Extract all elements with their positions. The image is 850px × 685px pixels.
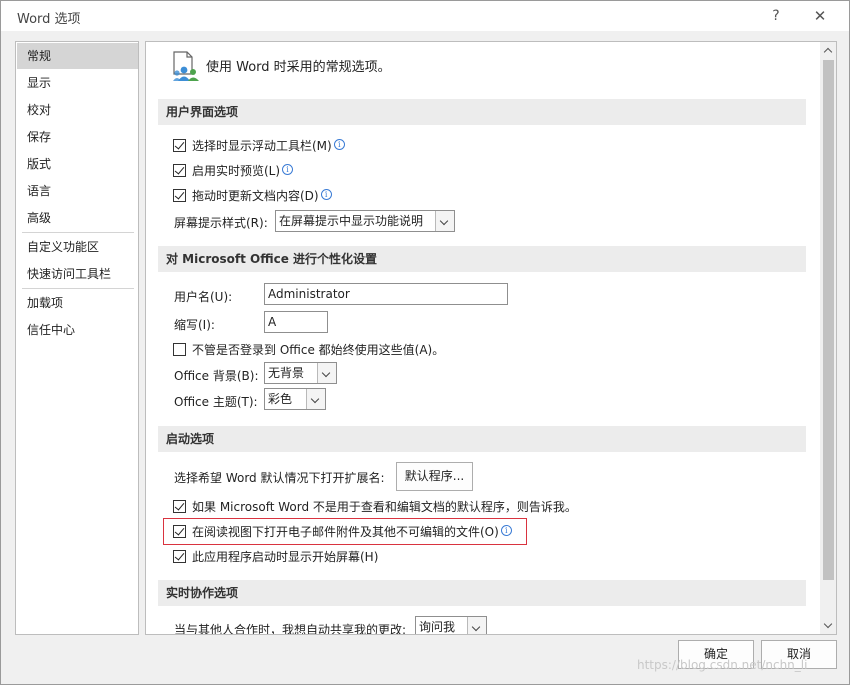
- word-options-dialog: Word 选项 ? ✕ 常规 显示 校对 保存 版式 语言 高级 自定义功能区 …: [0, 0, 850, 685]
- default-programs-button[interactable]: 默认程序...: [396, 462, 473, 491]
- general-options-icon: [173, 51, 199, 81]
- select-value: 在屏幕提示中显示功能说明: [279, 214, 424, 228]
- username-label: 用户名(U):: [174, 290, 233, 304]
- option-tell-me-default-program[interactable]: 如果 Microsoft Word 不是用于查看和编辑文档的默认程序，则告诉我。: [173, 498, 577, 515]
- option-mini-toolbar[interactable]: 选择时显示浮动工具栏(M) i: [173, 137, 345, 154]
- info-icon[interactable]: i: [333, 139, 345, 150]
- initials-label: 缩写(I):: [174, 318, 215, 332]
- option-label: 如果 Microsoft Word 不是用于查看和编辑文档的默认程序，则告诉我。: [192, 500, 577, 514]
- checkbox[interactable]: [173, 550, 186, 563]
- info-icon[interactable]: i: [282, 164, 294, 175]
- info-icon[interactable]: i: [500, 525, 512, 536]
- username-input[interactable]: Administrator: [264, 283, 508, 305]
- option-label: 选择时显示浮动工具栏(M): [192, 139, 332, 153]
- option-label: 启用实时预览(L): [192, 164, 281, 178]
- select-value: 询问我: [419, 620, 456, 634]
- office-background-label: Office 背景(B):: [174, 369, 259, 383]
- sidebar-item-display[interactable]: 显示: [17, 70, 138, 96]
- chevron-down-icon[interactable]: [467, 617, 486, 634]
- option-update-while-dragging[interactable]: 拖动时更新文档内容(D) i: [173, 187, 332, 204]
- default-extensions-label: 选择希望 Word 默认情况下打开扩展名:: [174, 471, 385, 485]
- option-always-use-values[interactable]: 不管是否登录到 Office 都始终使用这些值(A)。: [173, 341, 444, 358]
- office-theme-label: Office 主题(T):: [174, 395, 258, 409]
- scroll-down-icon[interactable]: [820, 617, 836, 634]
- close-icon[interactable]: ✕: [807, 4, 833, 28]
- option-open-attachments-reading-view[interactable]: 在阅读视图下打开电子邮件附件及其他不可编辑的文件(O) i: [173, 523, 512, 540]
- chevron-down-icon[interactable]: [317, 363, 336, 383]
- sidebar-item-proofing[interactable]: 校对: [17, 97, 138, 123]
- sidebar-item-general[interactable]: 常规: [17, 43, 138, 69]
- sidebar-divider: [22, 288, 134, 289]
- checkbox[interactable]: [173, 139, 186, 152]
- window-title: Word 选项: [17, 12, 81, 27]
- office-theme-select[interactable]: 彩色: [264, 388, 326, 410]
- vertical-scrollbar[interactable]: [820, 42, 836, 634]
- sidebar-divider: [22, 232, 134, 233]
- sidebar-item-advanced[interactable]: 高级: [17, 205, 138, 231]
- sidebar-item-trust-center[interactable]: 信任中心: [17, 317, 138, 343]
- section-header-personalize: 对 Microsoft Office 进行个性化设置: [158, 246, 806, 272]
- share-changes-label: 当与其他人合作时，我想自动共享我的更改:: [174, 623, 407, 635]
- section-header-coauthoring: 实时协作选项: [158, 580, 806, 606]
- sidebar-item-language[interactable]: 语言: [17, 178, 138, 204]
- option-label: 在阅读视图下打开电子邮件附件及其他不可编辑的文件(O): [192, 525, 499, 539]
- checkbox[interactable]: [173, 189, 186, 202]
- option-live-preview[interactable]: 启用实时预览(L) i: [173, 162, 294, 179]
- section-header-ui: 用户界面选项: [158, 99, 806, 125]
- select-value: 彩色: [268, 392, 293, 406]
- scroll-up-icon[interactable]: [820, 42, 836, 59]
- sidebar-item-save[interactable]: 保存: [17, 124, 138, 150]
- checkbox[interactable]: [173, 525, 186, 538]
- select-value: 无背景: [268, 366, 305, 380]
- section-header-startup: 启动选项: [158, 426, 806, 452]
- info-icon[interactable]: i: [320, 189, 332, 200]
- sidebar-item-add-ins[interactable]: 加载项: [17, 290, 138, 316]
- checkbox[interactable]: [173, 164, 186, 177]
- checkbox[interactable]: [173, 500, 186, 513]
- office-background-select[interactable]: 无背景: [264, 362, 337, 384]
- sidebar-item-quick-access-toolbar[interactable]: 快速访问工具栏: [17, 261, 138, 287]
- option-label: 拖动时更新文档内容(D): [192, 189, 319, 203]
- option-label: 此应用程序启动时显示开始屏幕(H): [192, 550, 379, 564]
- screentip-label: 屏幕提示样式(R):: [174, 216, 268, 230]
- chevron-down-icon[interactable]: [435, 211, 454, 231]
- option-show-start-screen[interactable]: 此应用程序启动时显示开始屏幕(H): [173, 548, 378, 565]
- help-icon[interactable]: ?: [765, 4, 787, 28]
- title-bar: Word 选项 ? ✕: [1, 1, 849, 31]
- sidebar: 常规 显示 校对 保存 版式 语言 高级 自定义功能区 快速访问工具栏 加载项 …: [15, 41, 139, 635]
- sidebar-item-customize-ribbon[interactable]: 自定义功能区: [17, 234, 138, 260]
- watermark: https://blog.csdn.net/nchn_li: [637, 658, 808, 672]
- checkbox[interactable]: [173, 343, 186, 356]
- options-panel: 使用 Word 时采用的常规选项。 用户界面选项 选择时显示浮动工具栏(M) i …: [145, 41, 837, 635]
- options-scroll-area: 使用 Word 时采用的常规选项。 用户界面选项 选择时显示浮动工具栏(M) i …: [146, 42, 820, 634]
- sidebar-item-layout[interactable]: 版式: [17, 151, 138, 177]
- initials-input[interactable]: A: [264, 311, 328, 333]
- chevron-down-icon[interactable]: [306, 389, 325, 409]
- option-label: 不管是否登录到 Office 都始终使用这些值(A)。: [192, 343, 445, 357]
- screentip-style-select[interactable]: 在屏幕提示中显示功能说明: [275, 210, 455, 232]
- scrollbar-thumb[interactable]: [823, 60, 834, 580]
- page-title: 使用 Word 时采用的常规选项。: [206, 60, 391, 75]
- share-changes-select[interactable]: 询问我: [415, 616, 487, 634]
